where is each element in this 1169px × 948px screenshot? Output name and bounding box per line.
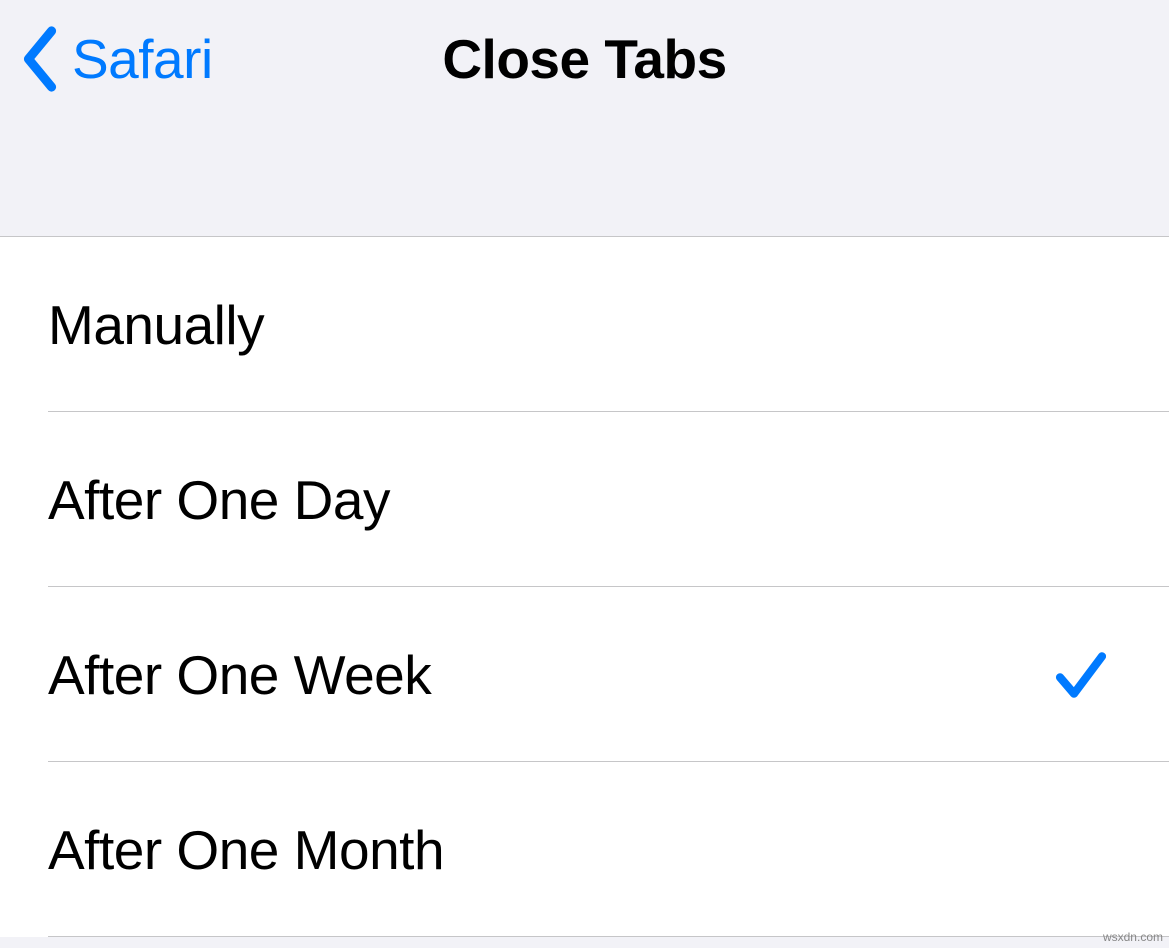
option-manually[interactable]: Manually	[0, 237, 1169, 412]
option-label: Manually	[48, 293, 264, 357]
options-list: Manually After One Day After One Week Af…	[0, 236, 1169, 937]
option-after-one-day[interactable]: After One Day	[0, 412, 1169, 587]
option-after-one-week[interactable]: After One Week	[0, 587, 1169, 762]
chevron-left-icon	[20, 26, 60, 92]
option-label: After One Day	[48, 468, 390, 532]
back-button[interactable]: Safari	[20, 26, 213, 92]
watermark: wsxdn.com	[1103, 930, 1163, 944]
option-label: After One Week	[48, 643, 431, 707]
navigation-bar: Safari Close Tabs	[0, 0, 1169, 118]
option-label: After One Month	[48, 818, 444, 882]
page-title: Close Tabs	[442, 27, 726, 91]
back-label: Safari	[72, 27, 213, 91]
checkmark-icon	[1053, 647, 1109, 703]
option-after-one-month[interactable]: After One Month	[0, 762, 1169, 937]
